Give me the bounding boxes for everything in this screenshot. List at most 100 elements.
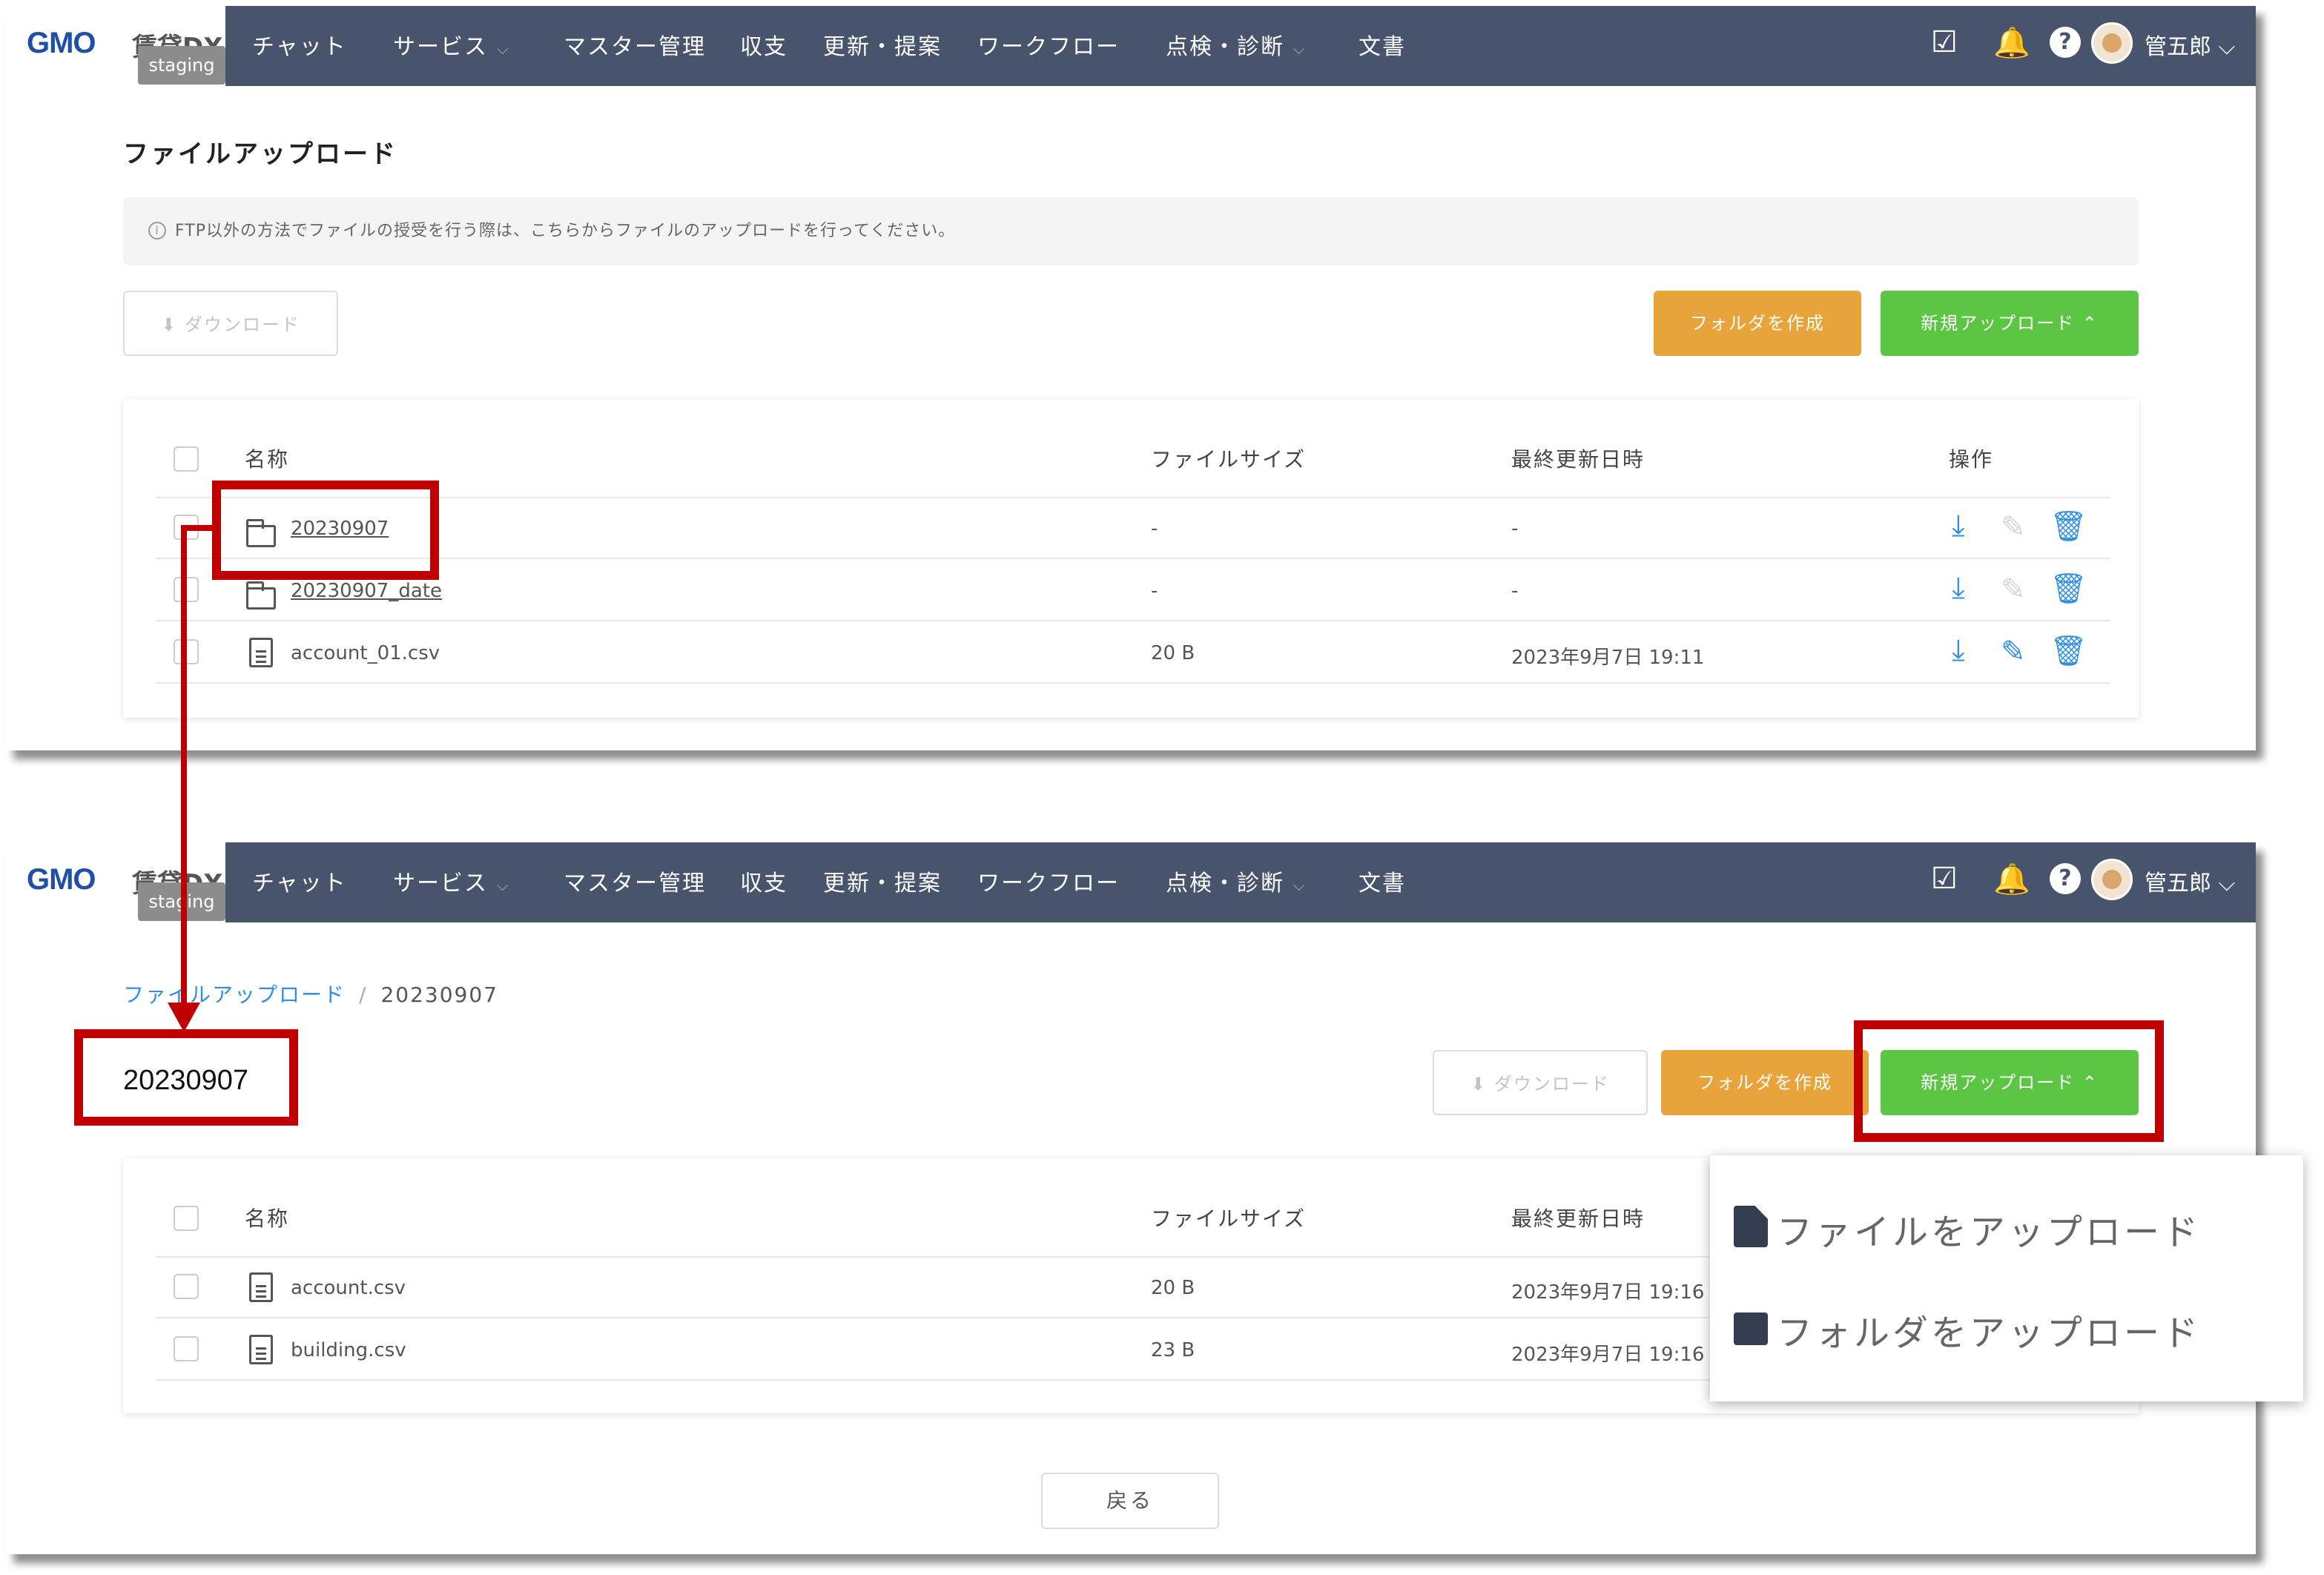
nav-item-chat[interactable]: チャット: [252, 28, 347, 61]
nav-item-workflow[interactable]: ワークフロー: [977, 865, 1120, 897]
nav-item-master[interactable]: マスター管理: [564, 865, 706, 897]
avatar[interactable]: [2091, 22, 2133, 64]
nav-item-chat[interactable]: チャット: [252, 865, 347, 897]
nav-item-workflow[interactable]: ワークフロー: [977, 28, 1120, 61]
info-banner: i FTP以外の方法でファイルの授受を行う際は、こちらからファイルのアップロード…: [123, 197, 2139, 265]
divider: [156, 558, 2110, 559]
column-size: ファイルサイズ: [1151, 1206, 1307, 1231]
updated-at: -: [1511, 518, 1519, 540]
highlight-box-folder: [212, 481, 439, 580]
trash-icon[interactable]: 🗑: [2050, 571, 2087, 606]
file-icon: [1734, 1206, 1768, 1247]
info-icon: i: [148, 222, 166, 240]
folder-icon: [246, 581, 276, 610]
select-all-checkbox[interactable]: [174, 1206, 199, 1231]
file-icon: [249, 638, 273, 667]
highlight-box-folder-title: [74, 1029, 298, 1126]
create-folder-button[interactable]: フォルダを作成: [1654, 291, 1861, 356]
breadcrumb-parent-link[interactable]: ファイルアップロード: [123, 983, 346, 1007]
edit-icon[interactable]: ✎: [2001, 635, 2026, 669]
file-name[interactable]: account_01.csv: [291, 642, 440, 664]
chevron-down-icon: ⌵: [1293, 876, 1307, 894]
upload-dropdown-menu: ファイルをアップロード フォルダをアップロード: [1710, 1155, 2303, 1401]
download-icon[interactable]: ⤓: [1952, 571, 1965, 605]
chevron-up-icon: ⌃: [2082, 313, 2099, 334]
download-icon: ⬇: [161, 314, 178, 335]
breadcrumb-current: 20230907: [380, 983, 498, 1007]
file-size: -: [1151, 518, 1158, 540]
nav-item-services[interactable]: サービス ⌵: [393, 28, 509, 61]
download-button[interactable]: ⬇ ダウンロード: [1433, 1050, 1648, 1115]
file-name[interactable]: building.csv: [291, 1339, 406, 1361]
nav-item-balance[interactable]: 収支: [740, 28, 788, 61]
trash-icon[interactable]: 🗑: [2050, 509, 2087, 544]
gmo-logo[interactable]: GMO: [27, 863, 96, 897]
nav-item-inspection[interactable]: 点検・診断 ⌵: [1166, 865, 1306, 897]
row-checkbox[interactable]: [174, 639, 199, 664]
help-icon[interactable]: ?: [2050, 27, 2081, 58]
column-updated: 最終更新日時: [1511, 1206, 1645, 1231]
column-updated: 最終更新日時: [1511, 447, 1645, 472]
trash-icon[interactable]: 🗑: [2050, 633, 2087, 668]
column-name: 名称: [245, 447, 290, 472]
bell-icon[interactable]: 🔔: [1993, 25, 2030, 60]
file-icon: [249, 1335, 273, 1364]
user-menu[interactable]: 管五郎 ⌵: [2145, 865, 2235, 897]
folder-link[interactable]: 20230907_date: [291, 580, 442, 602]
gmo-logo[interactable]: GMO: [27, 27, 96, 60]
create-folder-button[interactable]: フォルダを作成: [1661, 1050, 1869, 1115]
column-size: ファイルサイズ: [1151, 447, 1307, 472]
download-icon: ⬇: [1470, 1074, 1488, 1094]
upload-file-menu-item[interactable]: ファイルをアップロード: [1734, 1203, 2201, 1255]
download-button[interactable]: ⬇ ダウンロード: [123, 291, 338, 356]
column-actions: 操作: [1949, 447, 1994, 472]
row-checkbox[interactable]: [174, 1274, 199, 1299]
updated-at: 2023年9月7日 19:16: [1511, 1281, 1705, 1304]
avatar[interactable]: [2091, 859, 2133, 900]
file-name[interactable]: account.csv: [291, 1277, 406, 1299]
env-badge: staging: [138, 882, 225, 921]
row-checkbox[interactable]: [174, 515, 199, 540]
divider: [156, 620, 2110, 621]
nav-item-renewal[interactable]: 更新・提案: [823, 865, 942, 897]
screenshot-file-upload: GMO 賃貸DX staging チャット サービス⌵ マスター管理 収支 更新…: [6, 6, 2256, 750]
bell-icon[interactable]: 🔔: [1993, 862, 2030, 897]
help-icon[interactable]: ?: [2050, 863, 2081, 894]
row-checkbox[interactable]: [174, 1336, 199, 1361]
nav-item-inspection[interactable]: 点検・診断 ⌵: [1166, 28, 1306, 61]
new-upload-button[interactable]: 新規アップロード ⌃: [1881, 291, 2139, 356]
edit-icon: ✎: [2001, 572, 2026, 607]
file-size: 23 B: [1151, 1339, 1195, 1361]
screenshot-folder-view: GMO 賃貸DX staging チャット サービス⌵ マスター管理 収支 更新…: [6, 842, 2303, 1554]
updated-at: 2023年9月7日 19:11: [1511, 647, 1705, 669]
upload-folder-menu-item[interactable]: フォルダをアップロード: [1734, 1304, 2201, 1356]
select-all-checkbox[interactable]: [174, 446, 199, 472]
chevron-down-icon: ⌵: [1293, 40, 1307, 58]
env-badge: staging: [138, 46, 225, 85]
file-size: 20 B: [1151, 642, 1195, 664]
top-navbar: GMO 賃貸DX staging チャット サービス⌵ マスター管理 収支 更新…: [6, 842, 2256, 922]
column-name: 名称: [245, 1206, 290, 1231]
file-icon: [249, 1272, 273, 1302]
breadcrumb: ファイルアップロード / 20230907: [123, 979, 498, 1008]
task-check-icon[interactable]: ☑: [1931, 25, 1958, 59]
nav-item-balance[interactable]: 収支: [740, 865, 788, 897]
back-button[interactable]: 戻る: [1041, 1473, 1219, 1529]
nav-item-documents[interactable]: 文書: [1359, 865, 1406, 897]
updated-at: -: [1511, 580, 1519, 602]
file-size: 20 B: [1151, 1277, 1195, 1299]
folder-icon: [1734, 1312, 1768, 1345]
download-icon[interactable]: ⤓: [1952, 509, 1965, 543]
nav-item-services[interactable]: サービス ⌵: [393, 865, 509, 897]
divider: [156, 682, 2110, 684]
download-icon[interactable]: ⤓: [1952, 633, 1965, 667]
breadcrumb-separator: /: [359, 983, 368, 1007]
nav-item-documents[interactable]: 文書: [1359, 28, 1406, 61]
info-text: FTP以外の方法でファイルの授受を行う際は、こちらからファイルのアップロードを行…: [175, 222, 956, 240]
row-checkbox[interactable]: [174, 577, 199, 602]
nav-item-renewal[interactable]: 更新・提案: [823, 28, 942, 61]
nav-item-master[interactable]: マスター管理: [564, 28, 706, 61]
user-menu[interactable]: 管五郎 ⌵: [2145, 28, 2235, 61]
task-check-icon[interactable]: ☑: [1931, 862, 1958, 896]
top-navbar: GMO 賃貸DX staging チャット サービス⌵ マスター管理 収支 更新…: [6, 6, 2256, 86]
